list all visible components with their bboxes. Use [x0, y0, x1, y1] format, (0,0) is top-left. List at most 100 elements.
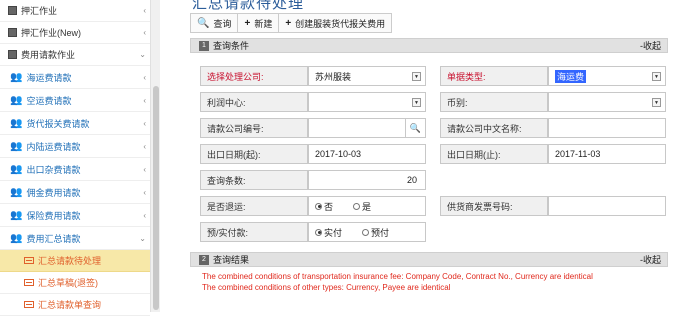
sidebar-item-label: 费用汇总请款 — [26, 234, 81, 244]
sidebar-item-ocean-freight[interactable]: 👥 海运费请款 ‹ — [0, 67, 150, 89]
dropdown-arrow-icon: ▼ — [652, 98, 661, 107]
actual-pay-radio[interactable]: 实付 — [315, 226, 342, 239]
sidebar-item-expense-summary[interactable]: 👥 费用汇总请款 ⌄ — [0, 228, 150, 250]
company-code-input[interactable]: 🔍 — [308, 118, 426, 138]
prepay-radio-group: 实付 预付 — [308, 222, 426, 242]
chevron-left-icon: ‹ — [143, 96, 146, 105]
users-icon: 👥 — [10, 141, 23, 152]
section-title: 查询结果 — [213, 255, 250, 265]
chevron-left-icon: ‹ — [143, 188, 146, 197]
create-customs-fee-button[interactable]: + 创建服装货代报关费用 — [279, 14, 391, 32]
sidebar-item-air-freight[interactable]: 👥 空运费请款 ‹ — [0, 90, 150, 112]
section-number: 1 — [199, 40, 209, 51]
company-cn-name-input[interactable] — [548, 118, 666, 138]
plus-icon: + — [244, 17, 251, 29]
collapse-button[interactable]: -收起 — [640, 253, 661, 266]
sidebar-item-inland-freight[interactable]: 👥 内陆运费请款 ‹ — [0, 136, 150, 158]
query-button[interactable]: 🔍 查询 — [191, 14, 239, 32]
sidebar-item-summary-pending[interactable]: 汇总请款待处理 — [0, 250, 150, 272]
date-from-value: 2017-10-03 — [315, 149, 362, 159]
plus-icon: + — [285, 17, 292, 29]
currency-select[interactable]: ▼ — [548, 92, 666, 112]
sidebar-item-expense-request[interactable]: 费用请款作业 ⌄ — [0, 44, 150, 66]
radio-label: 预付 — [371, 227, 390, 238]
sidebar-item-summary-query[interactable]: 汇总请款单查询 — [0, 294, 150, 316]
doc-type-select[interactable]: 海运费 ▼ — [548, 66, 666, 86]
date-to-value: 2017-11-03 — [555, 149, 601, 159]
list-icon — [24, 279, 34, 286]
form-row: 查询条数: 20 — [200, 170, 656, 190]
sidebar-item-label: 汇总请款单查询 — [38, 300, 102, 310]
sidebar-item-commission[interactable]: 👥 佣金费用请款 ‹ — [0, 182, 150, 204]
create-customs-fee-label: 创建服装货代报关费用 — [295, 18, 386, 29]
count-value: 20 — [406, 175, 417, 185]
sidebar-item-label: 押汇作业 — [21, 6, 58, 16]
date-to-input[interactable]: 2017-11-03 — [548, 144, 666, 164]
sidebar-item-label: 押汇作业(New) — [21, 28, 81, 38]
query-section-header: 1 查询条件 -收起 — [190, 38, 668, 53]
section-number: 2 — [199, 254, 209, 265]
form-row: 是否退运: 否 是 供货商发票号码: — [200, 196, 666, 216]
result-section-header: 2 查询结果 -收起 — [190, 252, 668, 267]
sidebar-item-forwarder-customs[interactable]: 👥 货代报关费请款 ‹ — [0, 113, 150, 135]
chevron-down-icon: ⌄ — [139, 234, 146, 243]
sidebar-item-export-misc[interactable]: 👥 出口杂费请款 ‹ — [0, 159, 150, 181]
company-select[interactable]: 苏州服装 ▼ — [308, 66, 426, 86]
sidebar-scrollbar[interactable] — [150, 0, 160, 312]
list-icon — [24, 257, 34, 264]
company-label: 选择处理公司: — [200, 66, 308, 86]
sidebar-item-label: 内陆运费请款 — [26, 142, 81, 152]
collapse-button[interactable]: -收起 — [640, 39, 661, 52]
sidebar-item-label: 费用请款作业 — [21, 50, 76, 60]
profit-center-select[interactable]: ▼ — [308, 92, 426, 112]
users-icon: 👥 — [10, 164, 23, 175]
count-input[interactable]: 20 — [308, 170, 426, 190]
date-to-label: 出口日期(止): — [440, 144, 548, 164]
sidebar-item-label: 海运费请款 — [26, 73, 72, 83]
search-icon[interactable]: 🔍 — [405, 119, 425, 137]
sidebar-item-bill-of-exchange[interactable]: 押汇作业 ‹ — [0, 0, 150, 22]
returned-no-radio[interactable]: 否 — [315, 200, 333, 213]
form-row: 利润中心: ▼ 币别: ▼ — [200, 92, 666, 112]
supplier-invoice-input[interactable] — [548, 196, 666, 216]
currency-label: 币别: — [440, 92, 548, 112]
users-icon: 👥 — [10, 233, 23, 244]
users-icon: 👥 — [10, 187, 23, 198]
users-icon: 👥 — [10, 210, 23, 221]
date-from-input[interactable]: 2017-10-03 — [308, 144, 426, 164]
returned-yes-radio[interactable]: 是 — [353, 200, 371, 213]
sidebar-item-label: 汇总草稿(退签) — [38, 278, 98, 288]
result-message: The combined conditions of transportatio… — [202, 272, 593, 281]
chevron-left-icon: ‹ — [143, 165, 146, 174]
sidebar-item-insurance[interactable]: 👥 保险费用请款 ‹ — [0, 205, 150, 227]
date-from-label: 出口日期(起): — [200, 144, 308, 164]
folder-icon — [8, 28, 17, 37]
returned-label: 是否退运: — [200, 196, 308, 216]
users-icon: 👥 — [10, 72, 23, 83]
chevron-left-icon: ‹ — [143, 28, 146, 37]
count-label: 查询条数: — [200, 170, 308, 190]
search-icon: 🔍 — [197, 17, 210, 29]
sidebar-item-bill-of-exchange-new[interactable]: 押汇作业(New) ‹ — [0, 22, 150, 44]
scrollbar-thumb[interactable] — [153, 86, 159, 310]
radio-dot — [315, 202, 322, 210]
sidebar-item-summary-draft[interactable]: 汇总草稿(退签) — [0, 272, 150, 294]
dropdown-arrow-icon: ▼ — [412, 98, 421, 107]
doc-type-label: 单据类型: — [440, 66, 548, 86]
sidebar-item-label: 货代报关费请款 — [26, 119, 90, 129]
form-row: 出口日期(起): 2017-10-03 出口日期(止): 2017-11-03 — [200, 144, 666, 164]
dropdown-arrow-icon: ▼ — [652, 72, 661, 81]
sidebar-item-label: 空运费请款 — [26, 96, 72, 106]
radio-label: 实付 — [324, 227, 343, 238]
chevron-down-icon: ⌄ — [139, 50, 146, 59]
pre-pay-radio[interactable]: 预付 — [362, 226, 389, 239]
users-icon: 👥 — [10, 95, 23, 106]
chevron-left-icon: ‹ — [143, 6, 146, 15]
section-title: 查询条件 — [213, 41, 250, 51]
form-row: 预/实付款: 实付 预付 — [200, 222, 656, 242]
radio-dot — [362, 228, 370, 236]
new-button[interactable]: + 新建 — [238, 14, 280, 32]
doc-type-value: 海运费 — [555, 69, 587, 83]
sidebar-item-label: 佣金费用请款 — [26, 188, 81, 198]
sidebar-item-label: 保险费用请款 — [26, 211, 81, 221]
